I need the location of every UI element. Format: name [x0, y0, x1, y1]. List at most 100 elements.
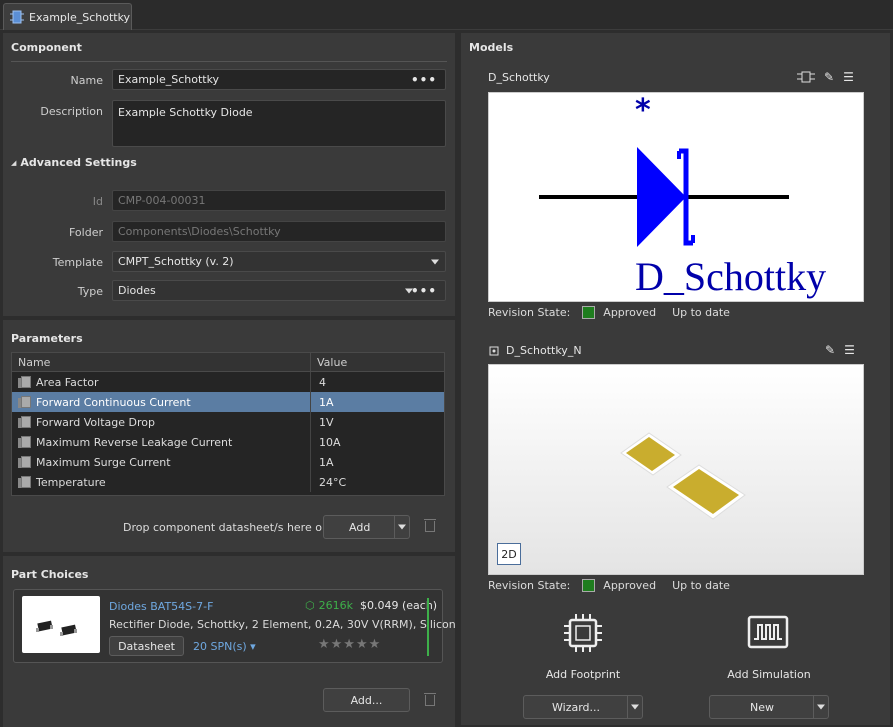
new-simulation-button[interactable]: New [709, 695, 829, 719]
footprint-model-name: D_Schottky_N [506, 344, 582, 357]
more-icon[interactable]: ••• [411, 74, 437, 86]
symbol-model-name: D_Schottky [488, 71, 550, 84]
add-part-button[interactable]: Add... [323, 688, 410, 712]
template-value: CMPT_Schottky (v. 2) [118, 255, 234, 268]
add-dropdown-toggle[interactable] [394, 516, 409, 538]
name-label: Name [70, 74, 103, 87]
id-value: CMP-004-00031 [118, 194, 206, 207]
simulation-icon[interactable] [747, 615, 789, 654]
id-label: Id [92, 195, 103, 208]
wizard-dropdown-toggle[interactable] [627, 696, 642, 718]
models-title: Models [469, 41, 514, 54]
add-part-label: Add... [350, 693, 383, 707]
more-icon[interactable]: ••• [411, 285, 437, 297]
pin-map-icon[interactable] [797, 71, 815, 83]
chevron-down-icon [631, 704, 639, 710]
table-row[interactable]: Maximum Surge Current 1A [12, 452, 444, 472]
price-value: $0.049 (each) [359, 599, 438, 612]
parameter-value[interactable]: 4 [311, 376, 326, 389]
chevron-down-icon [431, 259, 439, 264]
part-choice-card[interactable]: Diodes BAT54S-7-F ⬡ 2616k $0.049 (each) … [13, 589, 456, 663]
cube-icon: ⬡ [305, 599, 315, 612]
table-row[interactable]: Forward Voltage Drop 1V [12, 412, 444, 432]
type-value: Diodes [118, 284, 156, 297]
revision-status: Up to date [672, 579, 730, 592]
component-icon [10, 10, 24, 24]
description-field[interactable]: Example Schottky Diode [112, 100, 446, 147]
part-name-link[interactable]: Diodes BAT54S-7-F [109, 600, 213, 613]
view-2d-toggle[interactable]: 2D [497, 543, 521, 565]
footprint-revision-row: Revision State: Approved Up to date [488, 579, 730, 592]
add-footprint-label: Add Footprint [545, 668, 621, 681]
column-name-header[interactable]: Name [12, 353, 311, 371]
parameter-value[interactable]: 10A [311, 436, 341, 449]
symbol-comment-text: D_Schottky [635, 254, 827, 299]
divider [11, 61, 447, 62]
parameter-icon [18, 475, 31, 489]
chevron-down-icon [817, 704, 825, 710]
parameter-name: Forward Voltage Drop [36, 415, 155, 429]
parameter-value[interactable]: 1A [311, 456, 334, 469]
footprint-preview[interactable]: 2D [488, 364, 864, 575]
spn-dropdown[interactable]: 20 SPN(s) ▾ [193, 640, 256, 653]
edit-icon[interactable]: ✎ [825, 343, 835, 357]
add-datasheet-button[interactable]: Add [323, 515, 410, 539]
wizard-button[interactable]: Wizard... [523, 695, 643, 719]
parameter-value[interactable]: 1V [311, 416, 334, 429]
table-row[interactable]: Forward Continuous Current 1A [12, 392, 444, 412]
add-datasheet-label: Add [349, 520, 371, 534]
folder-value: Components\Diodes\Schottky [118, 225, 281, 238]
id-field: CMP-004-00031 [112, 190, 446, 211]
table-row[interactable]: Maximum Reverse Leakage Current 10A [12, 432, 444, 452]
delete-datasheet-button[interactable] [424, 519, 436, 532]
menu-icon[interactable]: ☰ [844, 343, 855, 357]
revision-status: Up to date [672, 306, 730, 319]
description-value: Example Schottky Diode [118, 106, 253, 119]
name-value: Example_Schottky [118, 73, 220, 86]
delete-part-button[interactable] [424, 693, 436, 706]
revision-state: Approved [603, 306, 657, 319]
footprint-3d-view [620, 432, 746, 520]
folder-field[interactable]: Components\Diodes\Schottky [112, 221, 446, 242]
add-simulation-label: Add Simulation [727, 668, 811, 681]
parameter-icon [18, 415, 31, 429]
rating-stars[interactable]: ★★★★★ [318, 637, 381, 652]
name-field[interactable]: Example_Schottky ••• [112, 69, 446, 90]
footprint-toolbar: ✎ ☰ [825, 343, 855, 357]
column-value-header[interactable]: Value [311, 356, 347, 369]
table-row[interactable]: Area Factor 4 [12, 372, 444, 392]
models-panel: Models D_Schottky ✎ ☰ * D_Schottky Revis… [461, 33, 890, 725]
parameter-name-cell: Forward Continuous Current [12, 392, 311, 412]
wizard-label: Wizard... [552, 700, 601, 714]
parameters-table: Name Value Area Factor 4 Forward Continuou… [11, 352, 445, 496]
parameter-icon [18, 395, 31, 409]
parameter-value[interactable]: 24°C [311, 476, 346, 489]
type-select[interactable]: Diodes ••• [112, 280, 446, 301]
document-tab[interactable]: Example_Schottky [3, 3, 132, 30]
parameter-icon [18, 375, 31, 389]
add-footprint-icon[interactable] [562, 612, 604, 657]
drop-datasheet-hint: Drop component datasheet/s here or [123, 521, 327, 534]
table-row[interactable]: Temperature 24°C [12, 472, 444, 492]
new-dropdown-toggle[interactable] [813, 696, 828, 718]
menu-icon[interactable]: ☰ [843, 70, 854, 84]
designator-asterisk: * [635, 93, 651, 128]
datasheet-label: Datasheet [118, 639, 175, 653]
template-select[interactable]: CMPT_Schottky (v. 2) [112, 251, 446, 272]
parameter-name-cell: Maximum Reverse Leakage Current [12, 432, 311, 452]
description-label: Description [40, 105, 103, 118]
part-description: Rectifier Diode, Schottky, 2 Element, 0.… [109, 618, 456, 631]
parameters-panel: Parameters Name Value Area Factor 4 Forwar… [3, 320, 455, 552]
datasheet-button[interactable]: Datasheet [109, 636, 184, 656]
edit-icon[interactable]: ✎ [824, 70, 834, 84]
parameters-title: Parameters [11, 332, 83, 345]
template-label: Template [52, 256, 103, 269]
advanced-settings-label: Advanced Settings [20, 156, 137, 169]
parameter-name: Area Factor [36, 375, 99, 389]
parameter-name-cell: Area Factor [12, 372, 311, 392]
symbol-preview[interactable]: * D_Schottky [488, 92, 864, 302]
advanced-settings-toggle[interactable]: ◢ Advanced Settings [11, 156, 137, 169]
document-tab-bar: Example_Schottky [0, 0, 893, 30]
parameter-value[interactable]: 1A [311, 396, 334, 409]
trash-icon [424, 519, 436, 532]
